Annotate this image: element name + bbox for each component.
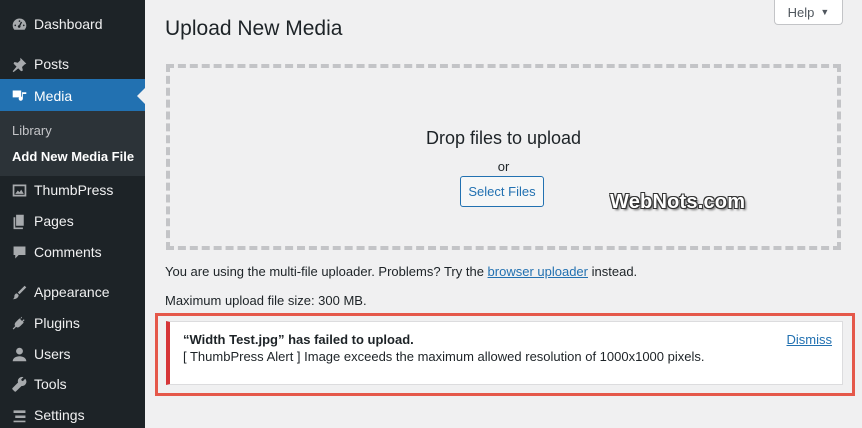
menu-item-dashboard[interactable]: Dashboard <box>0 7 145 41</box>
comment-icon <box>10 243 28 261</box>
uploader-info-suffix: instead. <box>591 264 638 279</box>
uploader-info: You are using the multi-file uploader. P… <box>165 264 637 279</box>
admin-sidebar: Dashboard Posts Media Library Add New Me… <box>0 0 145 428</box>
menu-item-label: Tools <box>34 376 67 392</box>
menu-item-label: Plugins <box>34 315 80 331</box>
help-button[interactable]: Help ▼ <box>774 0 843 25</box>
menu-item-label: ThumbPress <box>34 182 114 198</box>
menu-item-label: Users <box>34 346 71 362</box>
select-files-button[interactable]: Select Files <box>460 176 544 207</box>
menu-item-media[interactable]: Media <box>0 79 145 113</box>
menu-item-appearance[interactable]: Appearance <box>0 275 145 309</box>
menu-item-pages[interactable]: Pages <box>0 204 145 238</box>
caret-down-icon: ▼ <box>820 7 830 17</box>
media-icon <box>10 87 28 105</box>
user-icon <box>10 345 28 363</box>
menu-item-label: Dashboard <box>34 16 103 32</box>
media-submenu: Library Add New Media File <box>0 111 145 176</box>
upload-error-notice: “Width Test.jpg” has failed to upload. [… <box>166 321 843 385</box>
browser-uploader-link[interactable]: browser uploader <box>488 264 588 279</box>
menu-item-settings[interactable]: Settings <box>0 398 145 428</box>
or-label: or <box>497 159 510 174</box>
uploader-info-text: You are using the multi-file uploader. P… <box>165 264 484 279</box>
submenu-item-add-new[interactable]: Add New Media File <box>12 149 134 164</box>
upload-dropzone[interactable]: Drop files to upload or Select Files <box>166 64 841 250</box>
pin-icon <box>10 55 28 73</box>
settings-icon <box>10 406 28 424</box>
menu-item-label: Comments <box>34 244 102 260</box>
wrench-icon <box>10 375 28 393</box>
menu-item-comments[interactable]: Comments <box>0 235 145 269</box>
dismiss-link[interactable]: Dismiss <box>787 332 833 347</box>
error-title: “Width Test.jpg” has failed to upload. <box>183 332 414 347</box>
page-title: Upload New Media <box>165 17 343 40</box>
pages-icon <box>10 212 28 230</box>
menu-item-tools[interactable]: Tools <box>0 367 145 401</box>
drop-files-label: Drop files to upload <box>425 128 582 148</box>
max-upload-size: Maximum upload file size: 300 MB. <box>165 293 367 308</box>
help-button-label: Help <box>787 4 815 20</box>
menu-item-label: Posts <box>34 56 70 72</box>
menu-item-label: Settings <box>34 407 85 423</box>
submenu-item-library[interactable]: Library <box>12 123 52 138</box>
menu-item-posts[interactable]: Posts <box>0 47 145 81</box>
plugin-icon <box>10 314 28 332</box>
menu-item-label: Media <box>34 88 73 104</box>
menu-item-label: Appearance <box>34 284 110 300</box>
error-message: [ ThumbPress Alert ] Image exceeds the m… <box>183 349 705 364</box>
menu-item-thumbpress[interactable]: ThumbPress <box>0 173 145 207</box>
dashboard-icon <box>10 15 28 33</box>
brush-icon <box>10 283 28 301</box>
menu-item-users[interactable]: Users <box>0 337 145 371</box>
menu-item-plugins[interactable]: Plugins <box>0 306 145 340</box>
webnots-watermark: WebNots.com <box>610 191 746 213</box>
menu-item-label: Pages <box>34 213 74 229</box>
image-icon <box>10 181 28 199</box>
